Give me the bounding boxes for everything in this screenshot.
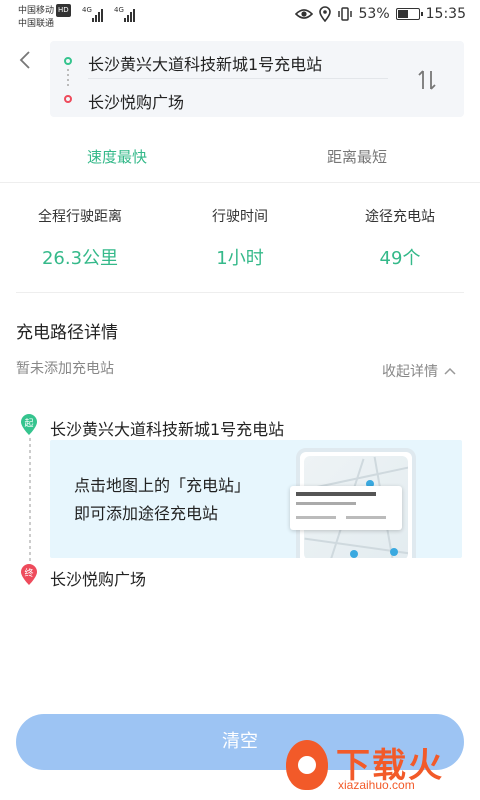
network-type-1: 4G	[82, 6, 92, 14]
eye-icon	[294, 9, 313, 19]
chevron-left-icon	[19, 51, 30, 69]
end-pin-icon: 终	[20, 564, 38, 586]
no-station-text: 暂未添加充电站	[16, 361, 114, 377]
battery-icon	[395, 8, 423, 20]
end-pin-label: 终	[24, 569, 34, 579]
battery-percent: 53%	[358, 6, 390, 22]
carrier-1: 中国移动	[18, 6, 55, 16]
tip-line-2: 即可添加途径充电站	[74, 504, 219, 523]
signal-icon-1: 4G	[82, 6, 103, 22]
map-station-card-illustration	[290, 486, 402, 530]
end-location-field[interactable]: 长沙悦购广场	[50, 79, 390, 117]
stat-distance: 全程行驶距离 26.3公里	[0, 196, 160, 270]
watermark-url: xiazaihuo.com	[338, 778, 415, 792]
status-bar: 中国移动 HD 中国联通 4G 4G 53% 15:35	[0, 0, 480, 34]
start-pin-label: 起	[24, 419, 34, 429]
stat-time: 行驶时间 1小时	[160, 196, 320, 270]
stat-time-label: 行驶时间	[212, 209, 268, 225]
end-location-text: 长沙悦购广场	[88, 93, 185, 112]
stat-distance-label: 全程行驶距离	[38, 209, 122, 225]
network-type-2: 4G	[114, 6, 124, 14]
route-stats: 全程行驶距离 26.3公里 行驶时间 1小时 途径充电站 49个	[0, 196, 480, 286]
stat-stations-value: 49个	[379, 248, 421, 269]
route-end-name: 长沙悦购广场	[50, 570, 147, 589]
tip-text: 点击地图上的「充电站」 即可添加途径充电站	[74, 472, 250, 528]
collapse-details-button[interactable]: 收起详情	[382, 361, 456, 381]
route-input-box: 长沙黄兴大道科技新城1号充电站 长沙悦购广场	[50, 41, 464, 117]
back-button[interactable]	[14, 48, 38, 72]
start-location-text: 长沙黄兴大道科技新城1号充电站	[88, 55, 323, 74]
start-location-field[interactable]: 长沙黄兴大道科技新城1号充电站	[50, 41, 390, 79]
tabs-divider	[0, 182, 480, 183]
carrier-info: 中国移动 HD 中国联通	[18, 4, 71, 31]
flame-icon	[286, 740, 328, 790]
swap-icon	[418, 70, 436, 90]
carrier-2: 中国联通	[18, 19, 55, 29]
chevron-up-icon	[444, 367, 456, 375]
swap-route-button[interactable]	[416, 67, 438, 93]
tab-fastest[interactable]: 速度最快	[87, 146, 147, 167]
route-timeline	[29, 438, 31, 564]
stat-stations: 途径充电站 49个	[320, 196, 480, 270]
stat-stations-label: 途径充电站	[365, 209, 435, 225]
add-station-tip-card: 点击地图上的「充电站」 即可添加途径充电站	[50, 440, 462, 558]
end-dot-icon	[64, 95, 72, 103]
stats-divider	[16, 292, 464, 293]
collapse-label: 收起详情	[382, 364, 438, 380]
signal-icon-2: 4G	[114, 6, 135, 22]
location-icon	[318, 6, 331, 22]
tip-line-1: 点击地图上的「充电站」	[74, 476, 251, 495]
battery-fill	[397, 10, 409, 18]
status-right: 53% 15:35	[294, 6, 466, 22]
start-dot-icon	[64, 57, 72, 65]
vibrate-icon	[337, 7, 352, 21]
route-start-name: 长沙黄兴大道科技新城1号充电站	[50, 420, 285, 439]
stat-time-value: 1小时	[216, 248, 264, 269]
clock: 15:35	[425, 6, 466, 22]
tab-shortest[interactable]: 距离最短	[327, 146, 387, 167]
stat-distance-value: 26.3公里	[41, 248, 119, 269]
details-title: 充电路径详情	[16, 323, 118, 343]
watermark-logo: 下载火 xiazaihuo.com	[280, 738, 476, 796]
route-tabs: 速度最快 距离最短	[0, 130, 480, 182]
hd-badge: HD	[56, 4, 71, 17]
start-pin-icon: 起	[20, 414, 38, 436]
